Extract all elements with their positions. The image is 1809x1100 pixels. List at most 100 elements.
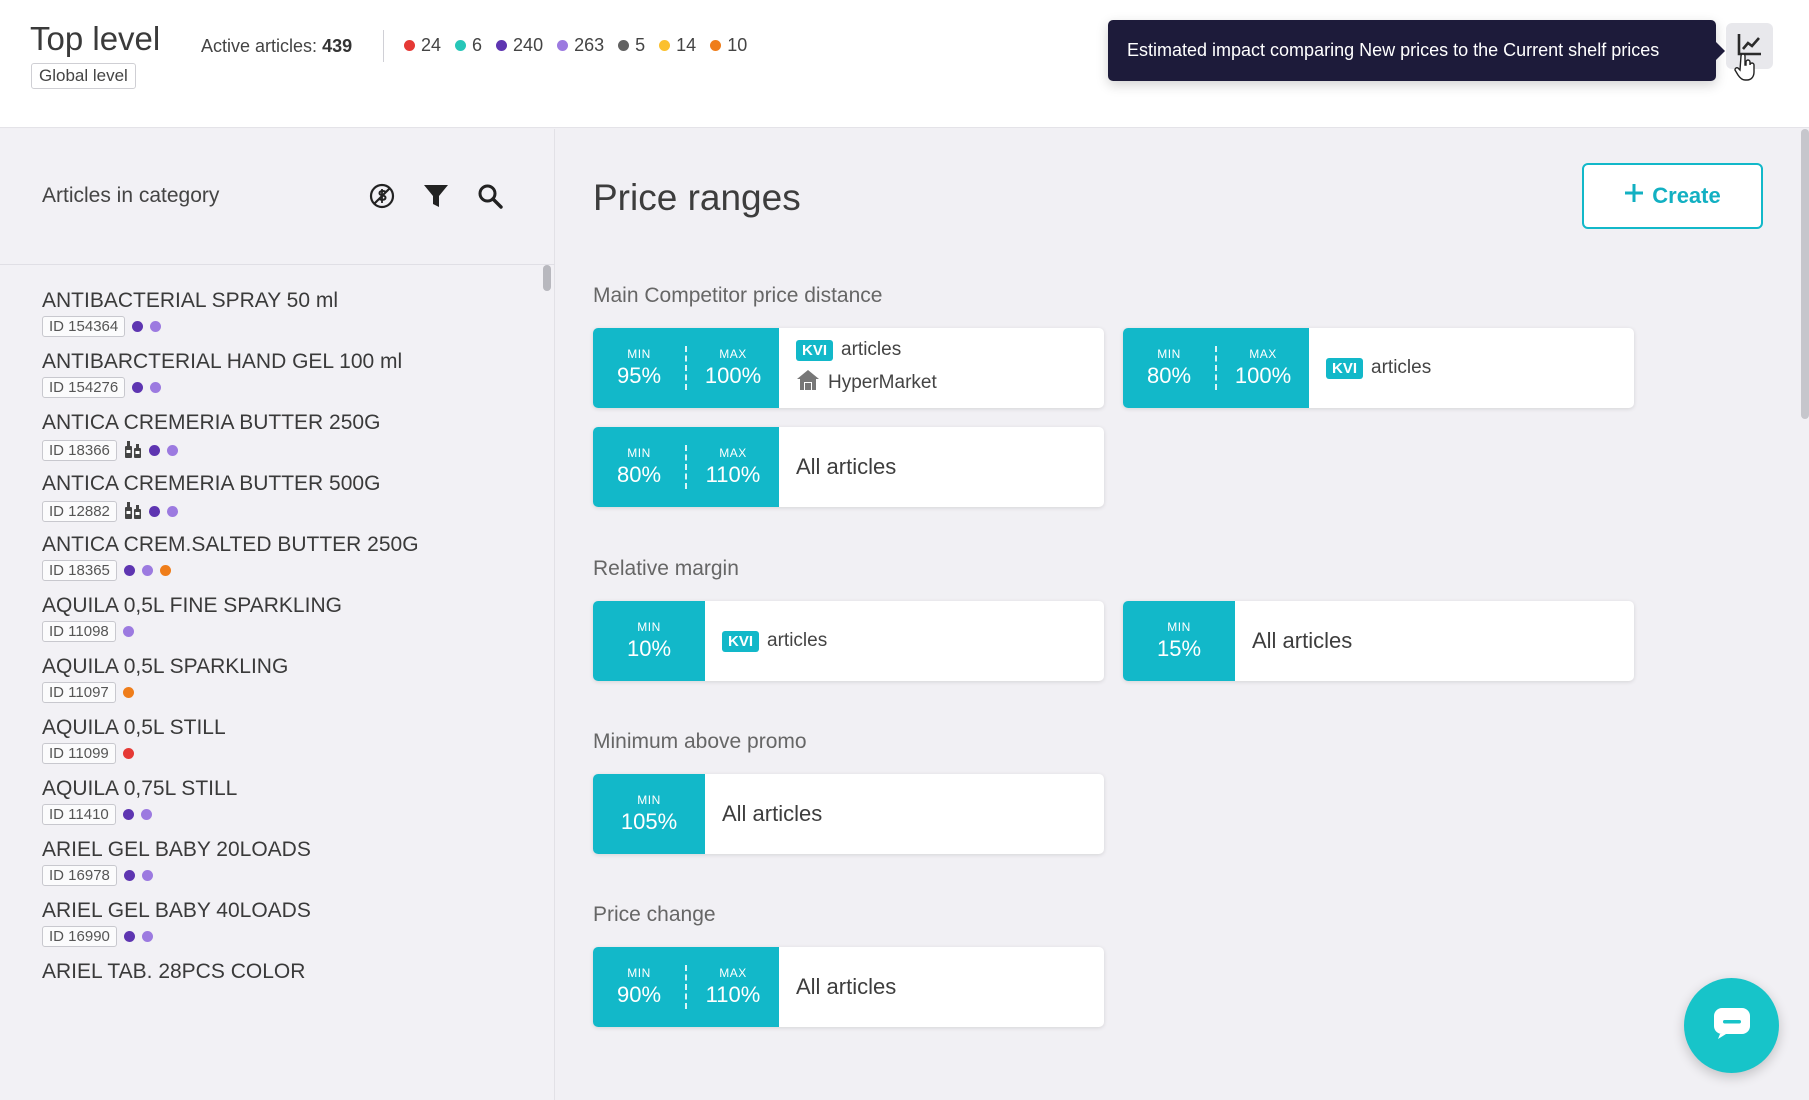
- article-name: ANTIBARCTERIAL HAND GEL 100 ml: [42, 350, 403, 373]
- status-dot-icon: [141, 931, 153, 942]
- list-item[interactable]: AQUILA 0,5L SPARKLING ID 11097: [42, 655, 542, 703]
- status-count: 240: [496, 35, 543, 56]
- status-count: 5: [618, 35, 645, 56]
- price-ranges-panel: Price ranges Create Main Competitor pric…: [556, 129, 1809, 1100]
- list-item[interactable]: ANTICA CREM.SALTED BUTTER 250G ID 18365: [42, 533, 542, 581]
- status-dot-icon: [166, 506, 178, 517]
- article-meta: ID 18366: [42, 438, 542, 463]
- scope-text: All articles: [1252, 628, 1353, 653]
- list-item[interactable]: ANTIBACTERIAL SPRAY 50 ml ID 154364: [42, 289, 542, 337]
- rule-card[interactable]: MIN 95% MAX 100% KVI articles HyperMarket: [593, 328, 1104, 408]
- articles-sidebar: Articles in category ANTIBACTERIAL SPRAY…: [0, 129, 555, 1100]
- max-label: MAX: [719, 966, 747, 980]
- status-dot-icon: [159, 565, 171, 576]
- filter-icon[interactable]: [422, 182, 450, 210]
- rule-card[interactable]: MIN 105% All articles: [593, 774, 1104, 854]
- range-block: MIN 10%: [593, 601, 705, 681]
- status-count-value: 10: [727, 35, 748, 55]
- list-item[interactable]: ANTICA CREMERIA BUTTER 500G ID 12882: [42, 472, 542, 524]
- main-scrollbar[interactable]: [1801, 129, 1809, 419]
- impact-tooltip-text: Estimated impact comparing New prices to…: [1127, 40, 1660, 60]
- chat-button[interactable]: [1684, 978, 1779, 1073]
- section-title-promo: Minimum above promo: [593, 730, 807, 753]
- min-value: 105%: [620, 809, 678, 834]
- section-title-competitor: Main Competitor price distance: [593, 284, 883, 307]
- min-label: MIN: [627, 966, 651, 980]
- article-name: ANTICA CREMERIA BUTTER 500G: [42, 472, 381, 495]
- max-label: MAX: [719, 347, 747, 361]
- article-id: ID 11097: [42, 682, 116, 703]
- list-item[interactable]: ARIEL GEL BABY 20LOADS ID 16978: [42, 838, 542, 886]
- min-value: 80%: [1146, 363, 1192, 388]
- status-counts: 24 6 240 263 5 14 10: [404, 35, 747, 56]
- status-count: 263: [557, 35, 604, 56]
- list-item[interactable]: AQUILA 0,5L STILL ID 11099: [42, 716, 542, 764]
- rule-card[interactable]: MIN 15% All articles: [1123, 601, 1634, 681]
- range-block: MIN 80% MAX 110%: [593, 427, 779, 507]
- min-label: MIN: [627, 347, 651, 361]
- article-meta: ID 18365: [42, 560, 542, 581]
- list-item[interactable]: AQUILA 0,75L STILL ID 11410: [42, 777, 542, 825]
- range-block: MIN 80% MAX 100%: [1123, 328, 1309, 408]
- rule-card[interactable]: MIN 90% MAX 110% All articles: [593, 947, 1104, 1027]
- active-articles: Active articles: 439: [201, 36, 352, 57]
- article-meta: ID 16978: [42, 865, 542, 886]
- min-label: MIN: [1157, 347, 1181, 361]
- list-item[interactable]: ARIEL GEL BABY 40LOADS ID 16990: [42, 899, 542, 947]
- rule-card[interactable]: MIN 80% MAX 100% KVI articles: [1123, 328, 1634, 408]
- status-dot-icon: [166, 445, 178, 456]
- article-name: ANTICA CREMERIA BUTTER 250G: [42, 411, 381, 434]
- rule-card[interactable]: MIN 80% MAX 110% All articles: [593, 427, 1104, 507]
- status-dot-icon: [141, 870, 153, 881]
- status-count-value: 240: [513, 35, 544, 55]
- currency-toggle-icon[interactable]: [368, 182, 396, 210]
- list-item[interactable]: ANTICA CREMERIA BUTTER 250G ID 18366: [42, 411, 542, 463]
- status-dot-icon: [123, 870, 135, 881]
- max-label: MAX: [719, 446, 747, 460]
- status-dot-icon: [122, 626, 134, 637]
- create-button-label: Create: [1652, 183, 1721, 208]
- store-icon: [796, 369, 820, 397]
- rule-scope: KVI articles HyperMarket: [779, 328, 1104, 408]
- store-name: HyperMarket: [828, 372, 937, 393]
- create-button[interactable]: Create: [1582, 163, 1763, 229]
- max-value: 110%: [705, 982, 761, 1007]
- rule-scope: All articles: [1235, 601, 1634, 681]
- article-meta: ID 154276: [42, 377, 542, 398]
- range-block: MIN 95% MAX 100%: [593, 328, 779, 408]
- status-dot-icon: [122, 809, 134, 820]
- search-icon[interactable]: [476, 182, 504, 210]
- status-dot-icon: [132, 382, 144, 393]
- rule-card[interactable]: MIN 10% KVI articles: [593, 601, 1104, 681]
- chat-icon: [1712, 1006, 1752, 1045]
- status-dot-icon: [123, 565, 135, 576]
- status-dot-icon: [122, 687, 134, 698]
- status-count-value: 14: [676, 35, 697, 55]
- article-meta: ID 11099: [42, 743, 542, 764]
- min-label: MIN: [637, 793, 661, 807]
- min-label: MIN: [637, 620, 661, 634]
- article-id: ID 18365: [42, 560, 117, 581]
- list-item[interactable]: ANTIBARCTERIAL HAND GEL 100 ml ID 154276: [42, 350, 542, 398]
- scope-text: All articles: [796, 454, 897, 479]
- list-item[interactable]: ARIEL TAB. 28PCS COLOR: [42, 960, 542, 987]
- article-id: ID 154364: [42, 316, 126, 337]
- header-divider: [383, 30, 384, 62]
- status-dot-icon: [132, 321, 144, 332]
- article-id: ID 11410: [42, 804, 116, 825]
- status-dot-icon: [455, 40, 467, 51]
- article-list: ANTIBACTERIAL SPRAY 50 ml ID 154364 ANTIBA…: [0, 265, 545, 1100]
- list-item[interactable]: AQUILA 0,5L FINE SPARKLING ID 11098: [42, 594, 542, 642]
- article-name: ARIEL GEL BABY 40LOADS: [42, 899, 311, 922]
- rule-scope: KVI articles: [1309, 328, 1634, 408]
- kvi-badge: KVI: [1326, 357, 1364, 379]
- status-dot-icon: [141, 565, 153, 576]
- status-count: 6: [455, 35, 482, 56]
- pointer-cursor-icon: [1734, 53, 1756, 87]
- article-name: ANTICA CREM.SALTED BUTTER 250G: [42, 533, 419, 556]
- status-dot-icon: [150, 382, 162, 393]
- status-dot-icon: [122, 748, 134, 759]
- min-value: 15%: [1156, 636, 1202, 661]
- rule-scope: All articles: [779, 427, 1104, 507]
- scope-text: articles: [1371, 357, 1432, 378]
